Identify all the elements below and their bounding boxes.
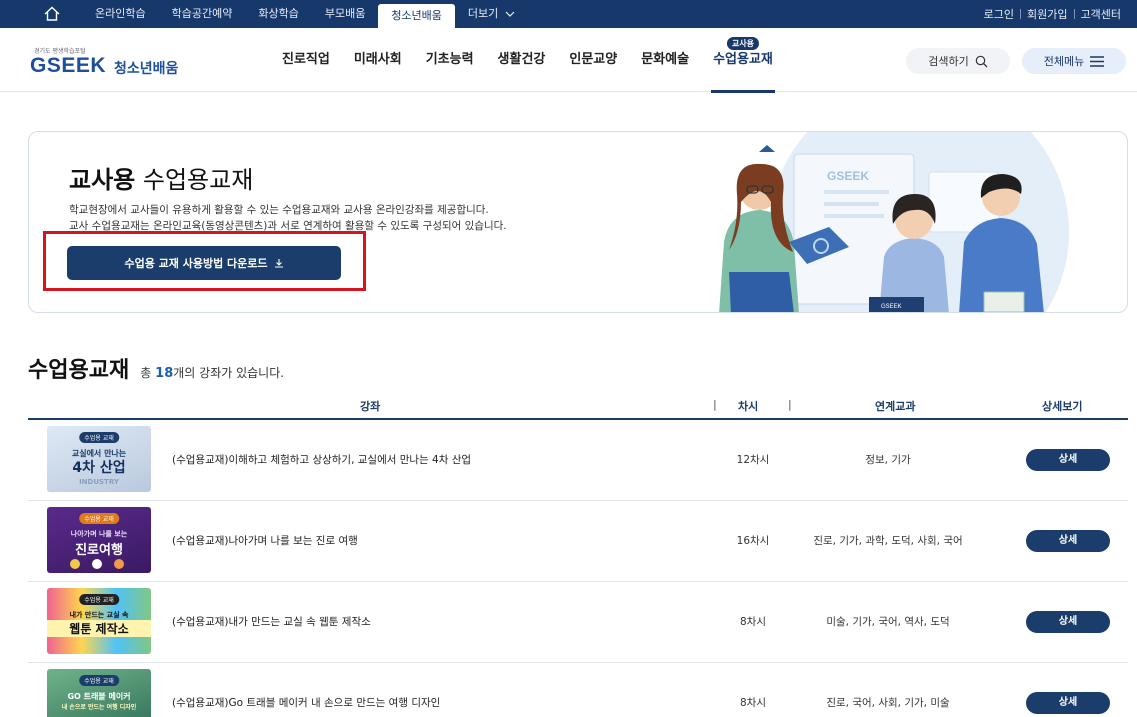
list-heading-title: 수업용교재 [28, 358, 130, 383]
detail-button[interactable]: 상세 [1026, 449, 1110, 471]
detail-button[interactable]: 상세 [1026, 530, 1110, 552]
tab-youth-learning[interactable]: 청소년배움 [378, 4, 455, 28]
table-row: 수업용 교재 나아가며 나를 보는 진로여행 (수업용교재)나아가며 나를 보는… [28, 501, 1128, 582]
banner-title: 교사용 수업용교재 [69, 160, 253, 195]
course-title[interactable]: (수업용교재)내가 만드는 교실 속 웹툰 제작소 [172, 614, 371, 629]
detail-button[interactable]: 상세 [1026, 611, 1110, 633]
count-suffix: 개의 강좌가 있습니다. [173, 366, 285, 380]
nav-teaching-materials-label: 수업용교재 [713, 52, 773, 67]
chevron-down-icon [505, 11, 515, 17]
thumbnail-line: 나아가며 나를 보는 [70, 530, 128, 538]
course-thumbnail[interactable]: 수업용 교재 GO 트래블 메이커 내 손으로 만드는 여행 디자인 [47, 669, 151, 717]
column-detail: 상세보기 [1042, 400, 1083, 413]
tab-space-reservation[interactable]: 학습공간예약 [159, 0, 246, 28]
all-menu-button[interactable]: 전체메뉴 [1022, 48, 1126, 74]
course-title[interactable]: (수업용교재)이해하고 체험하고 상상하기, 교실에서 만나는 4차 산업 [172, 452, 471, 467]
course-sessions: 8차시 [739, 616, 766, 628]
table-row: 수업용 교재 내가 만드는 교실 속 웹툰 제작소 (수업용교재)내가 만드는 … [28, 582, 1128, 663]
thumbnail-tag: 수업용 교재 [79, 675, 119, 686]
banner-description: 학교현장에서 교사들이 유용하게 활용할 수 있는 수업용교재와 교사용 온라인… [69, 202, 507, 234]
home-icon[interactable] [42, 4, 62, 24]
table-row: 수업용 교재 교실에서 만나는 4차 산업 INDUSTRY (수업용교재)이해… [28, 420, 1128, 501]
course-sessions: 12차시 [736, 454, 770, 466]
hamburger-icon [1090, 55, 1105, 67]
utility-bar: 온라인학습 학습공간예약 화상학습 부모배움 청소년배움 더보기 로그인 회원가… [0, 0, 1137, 28]
course-count: 총 18개의 강좌가 있습니다. [140, 366, 285, 381]
course-thumbnail[interactable]: 수업용 교재 내가 만드는 교실 속 웹툰 제작소 [47, 588, 151, 654]
search-button[interactable]: 검색하기 [906, 48, 1010, 74]
course-subjects: 진로, 기가, 과학, 도덕, 사회, 국어 [813, 535, 963, 547]
banner-title-rest: 수업용교재 [142, 166, 254, 194]
nav-health[interactable]: 생활건강 [486, 28, 558, 92]
search-label: 검색하기 [928, 55, 969, 68]
tab-more[interactable]: 더보기 [455, 0, 528, 28]
course-subjects: 미술, 기가, 국어, 역사, 도덕 [826, 616, 950, 628]
tab-online-learning[interactable]: 온라인학습 [82, 0, 159, 28]
list-heading: 수업용교재 총 18개의 강좌가 있습니다. [28, 352, 284, 384]
logo-brand: GSEEK [30, 54, 107, 77]
banner-desc-line: 학교현장에서 교사들이 유용하게 활용할 수 있는 수업용교재와 교사용 온라인… [69, 204, 489, 216]
thumbnail-line: GO 트래블 메이커 [67, 692, 131, 701]
column-subjects: 연계교과 [875, 400, 916, 413]
course-subjects: 정보, 기가 [865, 454, 911, 466]
login-link[interactable]: 로그인 [978, 6, 1020, 22]
all-menu-label: 전체메뉴 [1043, 55, 1085, 68]
course-thumbnail[interactable]: 수업용 교재 나아가며 나를 보는 진로여행 [47, 507, 151, 573]
course-sessions: 8차시 [739, 697, 766, 709]
signup-link[interactable]: 회원가입 [1021, 6, 1073, 22]
count-prefix: 총 [140, 366, 152, 380]
column-divider: | [788, 398, 792, 411]
support-link[interactable]: 고객센터 [1075, 6, 1127, 22]
course-subjects: 진로, 국어, 사회, 기가, 미술 [826, 697, 950, 709]
travel-figure-icon [70, 559, 124, 569]
table-header: 강좌 | 차시 | 연계교과 상세보기 [28, 390, 1128, 420]
nav-arts[interactable]: 문화예술 [629, 28, 701, 92]
illus-brand-text: GSEEK [827, 169, 869, 183]
account-links: 로그인 회원가입 고객센터 [978, 0, 1127, 28]
teacher-badge: 교사용 [726, 37, 760, 50]
nav-teaching-materials[interactable]: 교사용 수업용교재 [701, 28, 785, 93]
thumbnail-line: INDUSTRY [79, 478, 119, 486]
nav-career[interactable]: 진로직업 [270, 28, 342, 92]
thumbnail-line: 진로여행 [75, 543, 123, 558]
course-title[interactable]: (수업용교재)나아가며 나를 보는 진로 여행 [172, 533, 358, 548]
course-thumbnail[interactable]: 수업용 교재 교실에서 만나는 4차 산업 INDUSTRY [47, 426, 151, 492]
teacher-students-illustration: GSEEK GSEEK [719, 132, 1069, 312]
course-sessions: 16차시 [736, 535, 770, 547]
thumbnail-tag: 수업용 교재 [79, 432, 119, 443]
thumbnail-line: 웹툰 제작소 [47, 620, 151, 637]
column-course: 강좌 [360, 400, 381, 413]
count-number: 18 [155, 366, 174, 381]
thumbnail-line: 내가 만드는 교실 속 [69, 611, 129, 619]
thumbnail-line: 4차 산업 [72, 460, 126, 476]
logo-subtitle: 청소년배움 [114, 61, 179, 77]
site-tabs: 온라인학습 학습공간예약 화상학습 부모배움 청소년배움 더보기 [82, 0, 528, 28]
main-nav: 진로직업 미래사회 기초능력 생활건강 인문교양 문화예술 교사용 수업용교재 [270, 28, 785, 93]
search-icon [975, 55, 988, 67]
tab-video-learning[interactable]: 화상학습 [245, 0, 311, 28]
thumbnail-line: 내 손으로 만드는 여행 디자인 [61, 704, 137, 711]
banner-title-bold: 교사용 [69, 166, 136, 194]
nav-future-society[interactable]: 미래사회 [342, 28, 414, 92]
nav-humanities[interactable]: 인문교양 [557, 28, 629, 92]
highlight-annotation [43, 231, 366, 291]
detail-button[interactable]: 상세 [1026, 692, 1110, 714]
column-sessions: 차시 [738, 400, 759, 413]
thumbnail-tag: 수업용 교재 [79, 513, 119, 524]
column-divider: | [713, 398, 717, 411]
course-title[interactable]: (수업용교재)Go 트래블 메이커 내 손으로 만드는 여행 디자인 [172, 695, 440, 710]
tab-parent-learning[interactable]: 부모배움 [312, 0, 378, 28]
thumbnail-tag: 수업용 교재 [79, 594, 119, 605]
book-label-text: GSEEK [881, 304, 902, 310]
table-row: 수업용 교재 GO 트래블 메이커 내 손으로 만드는 여행 디자인 (수업용교… [28, 663, 1128, 717]
main-header: 경기도 평생학습포털 GSEEK 청소년배움 진로직업 미래사회 기초능력 생활… [0, 28, 1137, 93]
nav-basic-skills[interactable]: 기초능력 [414, 28, 486, 92]
tab-more-label: 더보기 [467, 7, 499, 20]
